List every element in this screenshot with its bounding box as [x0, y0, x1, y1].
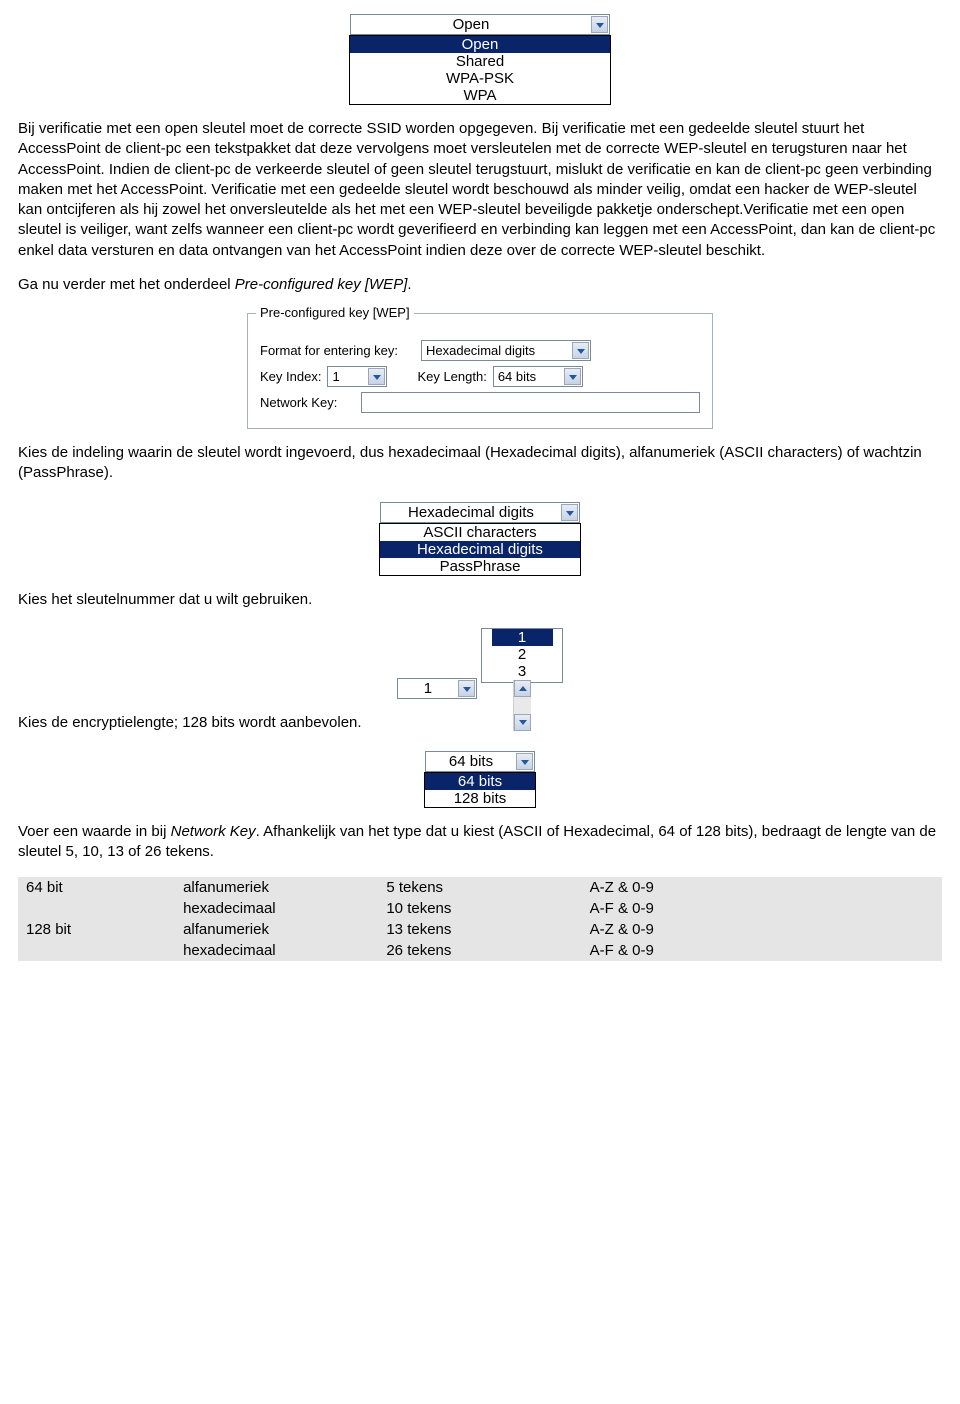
keyindex-dropdown[interactable]: 1 [327, 366, 387, 387]
keylength-option-64[interactable]: 64 bits [425, 773, 535, 790]
table-row: 64 bit alfanumeriek 5 tekens A-Z & 0-9 [18, 877, 942, 898]
keyindex-option-1[interactable]: 1 [492, 629, 553, 646]
chevron-down-icon [561, 504, 578, 521]
wep-fieldset: Pre-configured key [WEP] Format for ente… [247, 313, 713, 429]
chevron-down-icon [458, 680, 475, 697]
format-option-ascii[interactable]: ASCII characters [380, 524, 580, 541]
paragraph-continue: Ga nu verder met het onderdeel Pre-confi… [18, 275, 942, 295]
keylength-option-128[interactable]: 128 bits [425, 790, 535, 807]
format-dropdown-closed[interactable]: Hexadecimal digits [380, 502, 580, 523]
chevron-down-icon [516, 753, 533, 770]
networkkey-label: Network Key: [260, 395, 355, 410]
format-option-hex[interactable]: Hexadecimal digits [380, 541, 580, 558]
format-dropdown-block: Hexadecimal digits ASCII characters Hexa… [379, 502, 581, 576]
auth-dropdown[interactable]: Open [350, 14, 610, 35]
networkkey-input[interactable] [361, 392, 700, 413]
table-row: 128 bit alfanumeriek 13 tekens A-Z & 0-9 [18, 919, 942, 940]
key-length-table: 64 bit alfanumeriek 5 tekens A-Z & 0-9 h… [18, 877, 942, 961]
keyindex-option-2[interactable]: 2 [492, 646, 553, 663]
wep-legend: Pre-configured key [WEP] [256, 305, 414, 320]
chevron-down-icon [564, 368, 581, 385]
paragraph-keynumber: Kies het sleutelnummer dat u wilt gebrui… [18, 590, 942, 610]
scroll-up-icon[interactable] [514, 680, 531, 697]
paragraph-networkkey: Voer een waarde in bij Network Key. Afha… [18, 822, 942, 863]
auth-option-open[interactable]: Open [350, 36, 610, 53]
chevron-down-icon [591, 16, 608, 33]
keylength-dropdown-closed[interactable]: 64 bits [425, 751, 535, 772]
auth-option-wpa[interactable]: WPA [350, 87, 610, 104]
keylength-label: Key Length: [417, 369, 486, 384]
paragraph-keylength: Kies de encryptielengte; 128 bits wordt … [18, 713, 942, 733]
keyindex-label: Key Index: [260, 369, 321, 384]
chevron-down-icon [572, 342, 589, 359]
paragraph-verification: Bij verificatie met een open sleutel moe… [18, 119, 942, 261]
keyindex-dropdown-closed[interactable]: 1 [397, 678, 477, 699]
auth-dropdown-value: Open [453, 16, 490, 33]
auth-dropdown-block: Open Open Shared WPA-PSK WPA [349, 14, 611, 105]
format-option-pass[interactable]: PassPhrase [380, 558, 580, 575]
keyindex-dropdown-block: 1 1 2 3 [397, 628, 563, 699]
scroll-down-icon[interactable] [514, 714, 531, 731]
keylength-dropdown-block: 64 bits 64 bits 128 bits [424, 751, 536, 808]
table-row: hexadecimaal 26 tekens A-F & 0-9 [18, 940, 942, 961]
format-label: Format for entering key: [260, 343, 415, 358]
format-dropdown[interactable]: Hexadecimal digits [421, 340, 591, 361]
keylength-dropdown[interactable]: 64 bits [493, 366, 583, 387]
chevron-down-icon [368, 368, 385, 385]
paragraph-format: Kies de indeling waarin de sleutel wordt… [18, 443, 942, 484]
auth-option-wpa-psk[interactable]: WPA-PSK [350, 70, 610, 87]
auth-option-shared[interactable]: Shared [350, 53, 610, 70]
keyindex-option-3[interactable]: 3 [492, 663, 553, 680]
table-row: hexadecimaal 10 tekens A-F & 0-9 [18, 898, 942, 919]
